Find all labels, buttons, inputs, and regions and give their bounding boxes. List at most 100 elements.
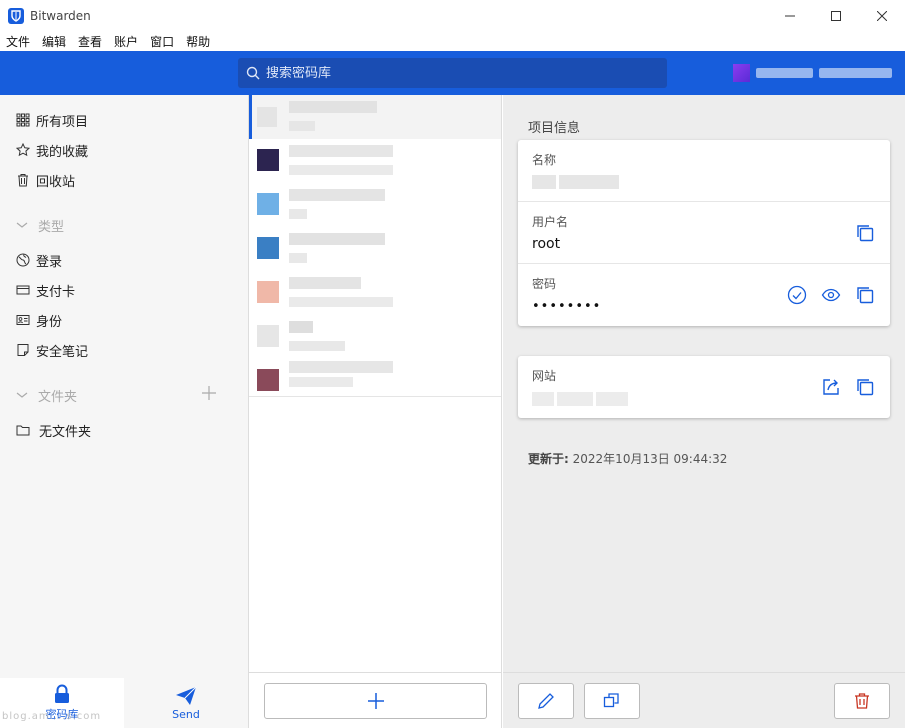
add-item-button[interactable] bbox=[264, 683, 487, 719]
maximize-button[interactable] bbox=[813, 0, 859, 31]
list-item[interactable] bbox=[249, 139, 501, 183]
copy-icon bbox=[857, 225, 874, 242]
item-favicon bbox=[257, 325, 279, 347]
search-input[interactable] bbox=[266, 65, 646, 81]
item-name-redacted bbox=[289, 233, 385, 245]
list-item[interactable] bbox=[249, 271, 501, 315]
edit-button[interactable] bbox=[518, 683, 574, 719]
sidebar-item-label: 安全笔记 bbox=[36, 344, 89, 360]
item-name-redacted bbox=[289, 189, 385, 201]
sidebar-item-label: 登录 bbox=[36, 254, 63, 270]
vault-item-list bbox=[249, 95, 502, 728]
password-field: 密码 •••••••• bbox=[518, 264, 890, 326]
window-title: Bitwarden bbox=[30, 8, 91, 23]
item-subtitle-redacted bbox=[289, 377, 353, 387]
launch-website-button[interactable] bbox=[820, 376, 842, 398]
sidebar-item-all-items[interactable]: 所有项目 bbox=[16, 110, 88, 130]
search-box[interactable] bbox=[238, 58, 667, 88]
copy-password-button[interactable] bbox=[854, 284, 876, 306]
list-item[interactable] bbox=[249, 183, 501, 227]
sidebar: 所有项目 我的收藏 回收站 类型 登录 支付卡 身份 安全笔记 文件夹 无文件夹 bbox=[0, 95, 249, 728]
menu-view[interactable]: 查看 bbox=[78, 33, 102, 50]
sidebar-item-label: 所有项目 bbox=[36, 114, 89, 130]
search-icon bbox=[246, 66, 260, 80]
sidebar-item-label: 我的收藏 bbox=[36, 144, 89, 160]
username-value[interactable]: root bbox=[532, 236, 560, 252]
avatar bbox=[733, 64, 750, 82]
app-header bbox=[0, 51, 905, 95]
item-subtitle-redacted bbox=[289, 121, 315, 131]
details-footer bbox=[503, 672, 905, 728]
add-folder-button[interactable] bbox=[200, 384, 218, 402]
item-subtitle-redacted bbox=[289, 253, 307, 263]
external-link-icon bbox=[823, 379, 839, 395]
eye-icon bbox=[821, 288, 841, 302]
sidebar-item-label: 支付卡 bbox=[36, 284, 76, 300]
menu-bar: 文件 编辑 查看 账户 窗口 帮助 bbox=[0, 31, 905, 51]
maximize-icon bbox=[831, 10, 841, 21]
close-button[interactable] bbox=[859, 0, 905, 31]
item-name-redacted bbox=[289, 101, 377, 113]
globe-icon bbox=[16, 253, 30, 267]
item-subtitle-redacted bbox=[289, 341, 345, 351]
item-name-redacted bbox=[289, 145, 393, 157]
list-item[interactable] bbox=[249, 315, 501, 359]
clone-button[interactable] bbox=[584, 683, 640, 719]
menu-account[interactable]: 账户 bbox=[114, 33, 138, 50]
tab-send[interactable]: Send bbox=[124, 678, 248, 728]
copy-icon bbox=[857, 287, 874, 304]
note-icon bbox=[17, 344, 29, 356]
item-favicon bbox=[257, 237, 279, 259]
item-subtitle-redacted bbox=[289, 297, 393, 307]
account-server-redacted bbox=[818, 68, 892, 78]
star-icon bbox=[16, 143, 30, 157]
menu-help[interactable]: 帮助 bbox=[186, 33, 210, 50]
chevron-down-icon bbox=[16, 222, 28, 228]
delete-button[interactable] bbox=[834, 683, 890, 719]
list-divider bbox=[249, 396, 501, 397]
menu-edit[interactable]: 编辑 bbox=[42, 33, 66, 50]
sidebar-item-label: 无文件夹 bbox=[39, 424, 92, 440]
item-details: 项目信息 名称 用户名 root 密码 •••••••• 网站 更新于: 202… bbox=[503, 95, 905, 728]
sidebar-item-secure-note[interactable]: 安全笔记 bbox=[16, 340, 88, 360]
sidebar-item-identity[interactable]: 身份 bbox=[16, 310, 62, 330]
minimize-icon bbox=[785, 15, 795, 16]
item-subtitle-redacted bbox=[289, 209, 307, 219]
sidebar-item-label: 身份 bbox=[36, 314, 63, 330]
grid-icon bbox=[16, 113, 30, 127]
sidebar-item-login[interactable]: 登录 bbox=[16, 250, 62, 270]
username-field: 用户名 root bbox=[518, 202, 890, 264]
types-heading[interactable]: 类型 bbox=[16, 215, 64, 235]
trash-icon bbox=[855, 693, 869, 709]
folders-heading[interactable]: 文件夹 bbox=[16, 385, 77, 405]
sidebar-item-favorites[interactable]: 我的收藏 bbox=[16, 140, 88, 160]
sidebar-item-label: 回收站 bbox=[36, 174, 76, 190]
website-card: 网站 bbox=[518, 356, 890, 418]
menu-window[interactable]: 窗口 bbox=[150, 33, 174, 50]
plus-icon bbox=[202, 386, 216, 400]
toggle-password-visibility-button[interactable] bbox=[820, 284, 842, 306]
pencil-icon bbox=[538, 693, 554, 709]
minimize-button[interactable] bbox=[767, 0, 813, 31]
sidebar-item-trash[interactable]: 回收站 bbox=[16, 170, 75, 190]
check-password-button[interactable] bbox=[786, 284, 808, 306]
account-switcher[interactable] bbox=[733, 63, 898, 83]
copy-username-button[interactable] bbox=[854, 222, 876, 244]
list-item[interactable] bbox=[249, 227, 501, 271]
check-circle-icon bbox=[787, 285, 807, 305]
menu-file[interactable]: 文件 bbox=[6, 33, 30, 50]
sidebar-item-card[interactable]: 支付卡 bbox=[16, 280, 75, 300]
copy-icon bbox=[857, 379, 874, 396]
password-value[interactable]: •••••••• bbox=[532, 299, 601, 314]
item-name-redacted bbox=[289, 277, 361, 289]
copy-website-button[interactable] bbox=[854, 376, 876, 398]
updated-timestamp: 更新于: 2022年10月13日 09:44:32 bbox=[528, 452, 728, 466]
plus-icon bbox=[367, 693, 384, 709]
credit-card-icon bbox=[16, 285, 30, 295]
folder-icon bbox=[16, 425, 30, 436]
lock-icon bbox=[55, 684, 69, 703]
account-email-redacted bbox=[755, 68, 813, 78]
bitwarden-logo-icon bbox=[8, 7, 24, 24]
sidebar-item-no-folder[interactable]: 无文件夹 bbox=[16, 420, 91, 440]
list-item[interactable] bbox=[249, 95, 501, 139]
